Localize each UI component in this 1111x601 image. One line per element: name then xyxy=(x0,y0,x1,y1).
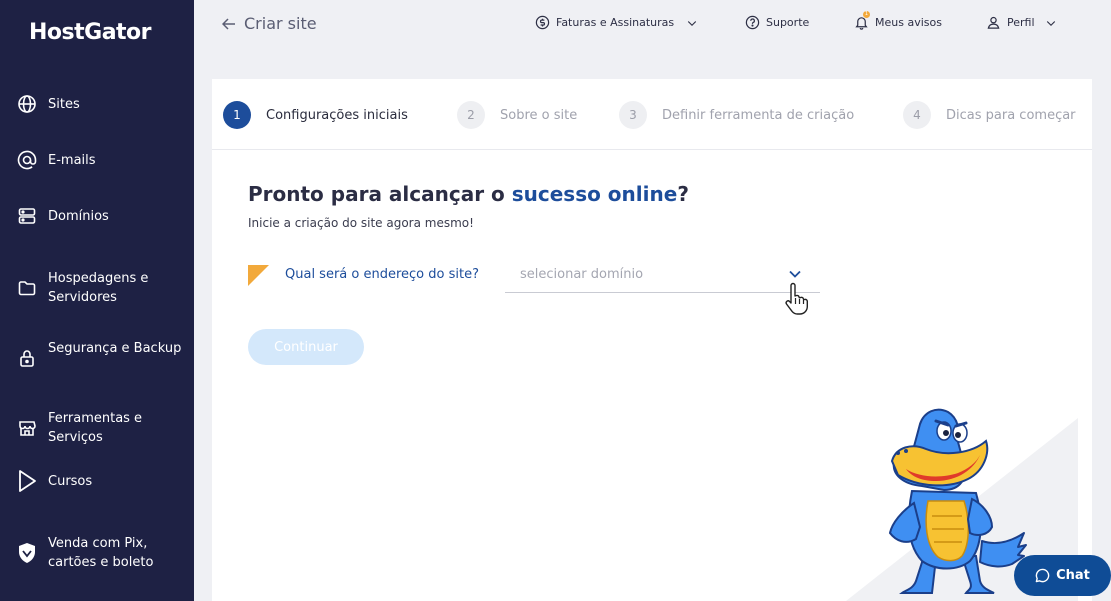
chat-bubble-icon xyxy=(1035,568,1050,583)
page-title: Criar site xyxy=(244,14,317,33)
chat-button[interactable]: Chat xyxy=(1014,555,1111,596)
step-number: 2 xyxy=(457,101,485,129)
chevron-down-icon xyxy=(687,20,697,26)
notification-badge: 1 xyxy=(863,11,870,18)
sidebar-item-venda[interactable]: Venda com Pix, cartões e boleto xyxy=(0,534,194,572)
lock-icon xyxy=(16,347,38,369)
heading-end: ? xyxy=(677,182,689,206)
domain-select-placeholder: selecionar domínio xyxy=(520,267,644,282)
billing-label: Faturas e Assinaturas xyxy=(556,16,675,29)
notices-label: Meus avisos xyxy=(875,16,942,29)
step-4: 4 Dicas para começar xyxy=(903,101,1076,129)
sidebar-item-label: Domínios xyxy=(48,208,109,224)
sidebar-item-label: Cursos xyxy=(48,473,93,489)
shield-icon xyxy=(16,542,38,564)
notices-link[interactable]: 1 Meus avisos xyxy=(854,11,942,30)
folder-icon xyxy=(16,277,38,299)
bell-icon: 1 xyxy=(854,11,870,30)
subheading: Inicie a criação do site agora mesmo! xyxy=(248,216,474,230)
step-number: 1 xyxy=(223,101,251,129)
hand-cursor-icon xyxy=(785,282,808,315)
play-icon xyxy=(16,470,38,492)
sidebar-item-dominios[interactable]: Domínios xyxy=(0,206,194,226)
profile-label: Perfil xyxy=(1007,16,1035,29)
dollar-circle-icon xyxy=(535,15,550,30)
domain-question-row: Qual será o endereço do site? selecionar… xyxy=(248,265,828,295)
step-3: 3 Definir ferramenta de criação xyxy=(619,101,854,129)
sidebar-item-label: Venda com Pix, cartões e boleto xyxy=(48,536,154,570)
sidebar-item-label: Sites xyxy=(48,96,80,112)
sidebar-item-emails[interactable]: E-mails xyxy=(0,150,194,170)
arrow-left-icon xyxy=(222,17,235,30)
step-1: 1 Configurações iniciais xyxy=(223,101,408,129)
server-icon xyxy=(16,205,38,227)
back-button[interactable]: Criar site xyxy=(222,14,317,33)
step-label: Definir ferramenta de criação xyxy=(662,107,855,123)
billing-menu[interactable]: Faturas e Assinaturas xyxy=(535,15,698,30)
at-icon xyxy=(16,149,38,171)
hostgator-logo[interactable]: HostGator xyxy=(29,20,152,45)
user-icon xyxy=(987,16,1000,29)
chevron-down-icon xyxy=(1046,20,1055,26)
sidebar-item-ferramentas[interactable]: Ferramentas e Serviços xyxy=(0,409,194,447)
main-heading: Pronto para alcançar o sucesso online? xyxy=(248,182,689,206)
domain-select[interactable]: selecionar domínio xyxy=(505,263,820,293)
sidebar-item-label: E-mails xyxy=(48,152,96,168)
support-label: Suporte xyxy=(766,16,810,29)
sidebar-item-hospedagens[interactable]: Hospedagens e Servidores xyxy=(0,269,194,307)
chat-label: Chat xyxy=(1056,568,1090,583)
gator-mascot-icon xyxy=(888,408,1027,594)
topbar: Criar site Faturas e Assinaturas Suporte… xyxy=(194,0,1111,50)
create-site-card: 1 Configurações iniciais 2 Sobre o site … xyxy=(212,79,1092,601)
sidebar: HostGator Sites E-mails Domínios Hospeda… xyxy=(0,0,194,601)
question-circle-icon xyxy=(745,15,760,30)
sidebar-item-label: Segurança e Backup xyxy=(48,341,182,356)
step-number: 4 xyxy=(903,101,931,129)
store-icon xyxy=(16,417,38,439)
sidebar-item-sites[interactable]: Sites xyxy=(0,94,194,114)
sidebar-item-label: Hospedagens e Servidores xyxy=(48,271,149,305)
sidebar-item-seguranca[interactable]: Segurança e Backup xyxy=(0,339,194,377)
domain-question-label: Qual será o endereço do site? xyxy=(285,267,479,282)
stepper: 1 Configurações iniciais 2 Sobre o site … xyxy=(212,79,1092,150)
chevron-down-icon xyxy=(789,270,801,278)
support-link[interactable]: Suporte xyxy=(745,15,809,30)
step-label: Dicas para começar xyxy=(946,107,1076,123)
heading-text: Pronto para alcançar o xyxy=(248,182,512,206)
step-label: Sobre o site xyxy=(500,107,578,123)
sidebar-item-cursos[interactable]: Cursos xyxy=(0,470,194,492)
step-label: Configurações iniciais xyxy=(266,107,408,123)
step-2: 2 Sobre o site xyxy=(457,101,577,129)
flag-marker-icon xyxy=(248,265,269,286)
heading-accent: sucesso online xyxy=(511,182,678,206)
profile-menu[interactable]: Perfil xyxy=(986,15,1057,30)
sidebar-item-label: Ferramentas e Serviços xyxy=(48,411,143,445)
step-number: 3 xyxy=(619,101,647,129)
globe-icon xyxy=(16,93,38,115)
continue-button[interactable]: Continuar xyxy=(248,329,364,365)
